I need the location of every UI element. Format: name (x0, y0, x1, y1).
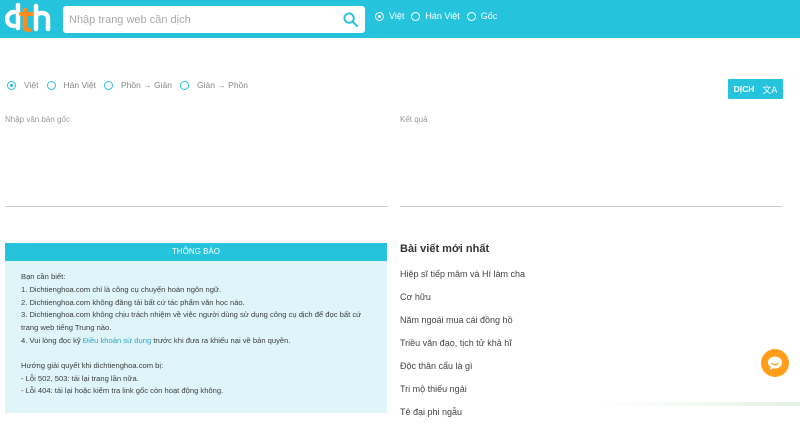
url-search-input[interactable] (69, 6, 339, 33)
radio-label: Hán Việt (63, 80, 96, 90)
notice-item: 1. Dichtienghoa.com chỉ là công cụ chuyể… (21, 284, 222, 294)
notice-item: 3. Dichtienghoa.com không chịu trách nhi… (21, 310, 362, 320)
translate-button-label: DỊCH (733, 84, 755, 94)
top-bar: Việt Hán Việt Gốc (0, 0, 800, 38)
post-link[interactable]: Tê đại phi ngẫu (400, 406, 525, 429)
radio-label: Gốc (480, 11, 498, 21)
source-text-input[interactable] (5, 113, 388, 207)
guide-title: Hướng giải quyết khi dichtienghoa.com bị… (21, 360, 164, 370)
mode-phon-gian-radio[interactable]: Phồn → Giản (103, 80, 172, 90)
bottom-decoration (600, 402, 800, 406)
radio-circle[interactable] (46, 80, 56, 90)
notice-intro: Bạn cần biết: (21, 272, 66, 281)
terms-of-use-link[interactable]: Điều khoản sử dụng (83, 336, 151, 345)
result-label: Kết quả (400, 115, 428, 124)
radio-circle[interactable] (466, 11, 476, 21)
notice-item-prefix: 4. Vui lòng đọc kỹ (21, 335, 83, 345)
result-divider (400, 206, 782, 207)
mode-han-viet-radio[interactable]: Hán Việt (46, 80, 96, 90)
post-link[interactable]: Tri mộ thiếu ngải (400, 383, 525, 406)
radio-circle[interactable] (411, 11, 421, 21)
site-logo[interactable] (5, 3, 55, 35)
radio-circle[interactable] (179, 80, 189, 90)
post-link[interactable]: Triều văn đạo, tịch tử khả hĩ (400, 337, 525, 360)
radio-circle[interactable] (103, 80, 113, 90)
translate-button[interactable]: DỊCH 文A (728, 79, 783, 99)
page-mode-radios: Việt Hán Việt Gốc (375, 11, 504, 21)
radio-label: Giản → Phồn (196, 80, 249, 90)
url-search-box (63, 6, 365, 33)
guide-item: - Lỗi 502, 503: tải lại trang lần nữa. (21, 373, 139, 383)
page-mode-goc-radio[interactable]: Gốc (466, 11, 498, 21)
post-link[interactable]: Năm ngoái mua cái đồng hồ (400, 314, 525, 337)
radio-label: Việt (24, 80, 39, 90)
post-link[interactable]: Cơ hữu (400, 291, 525, 314)
notice-item-suffix: trước khi đưa ra khiếu nại về bản quyền. (151, 335, 291, 345)
radio-label: Phồn → Giản (120, 80, 172, 90)
post-link[interactable]: Độc thân cẩu là gì (400, 360, 525, 383)
page-mode-viet-radio[interactable]: Việt (375, 11, 404, 21)
page-mode-han-viet-radio[interactable]: Hán Việt (411, 11, 460, 21)
notice-body: Bạn cần biết: 1. Dichtienghoa.com chỉ là… (5, 261, 387, 398)
notice-title: THÔNG BÁO (5, 243, 387, 261)
notice-item: 2. Dichtienghoa.com không đăng tải bất c… (21, 297, 245, 307)
notice-item-terms: 4. Vui lòng đọc kỹ Điều khoản sử dụng tr… (21, 335, 387, 348)
latest-posts-title: Bài viết mới nhất (400, 243, 490, 255)
chat-icon (768, 356, 782, 370)
radio-circle[interactable] (375, 11, 384, 21)
notice-item: trang web tiếng Trung nào. (21, 323, 112, 333)
mode-viet-radio[interactable]: Việt (7, 80, 39, 90)
post-link[interactable]: Hiệp sĩ tiếp mâm và Hí làm cha (400, 268, 525, 291)
notice-panel: THÔNG BÁO Bạn cần biết: 1. Dichtienghoa.… (5, 243, 387, 413)
radio-label: Hán Việt (425, 11, 460, 21)
latest-posts-list: Hiệp sĩ tiếp mâm và Hí làm cha Cơ hữu Nă… (400, 268, 525, 429)
search-icon[interactable] (343, 12, 358, 27)
radio-circle[interactable] (7, 80, 16, 90)
translation-mode-radios: Việt Hán Việt Phồn → Giản Giản → Phồn (7, 80, 256, 90)
mode-gian-phon-radio[interactable]: Giản → Phồn (179, 80, 249, 90)
radio-label: Việt (389, 11, 405, 21)
translate-icon: 文A (762, 84, 778, 95)
guide-item: - Lỗi 404: tải lại hoặc kiểm tra link gố… (21, 386, 224, 396)
chat-button[interactable] (761, 349, 789, 377)
